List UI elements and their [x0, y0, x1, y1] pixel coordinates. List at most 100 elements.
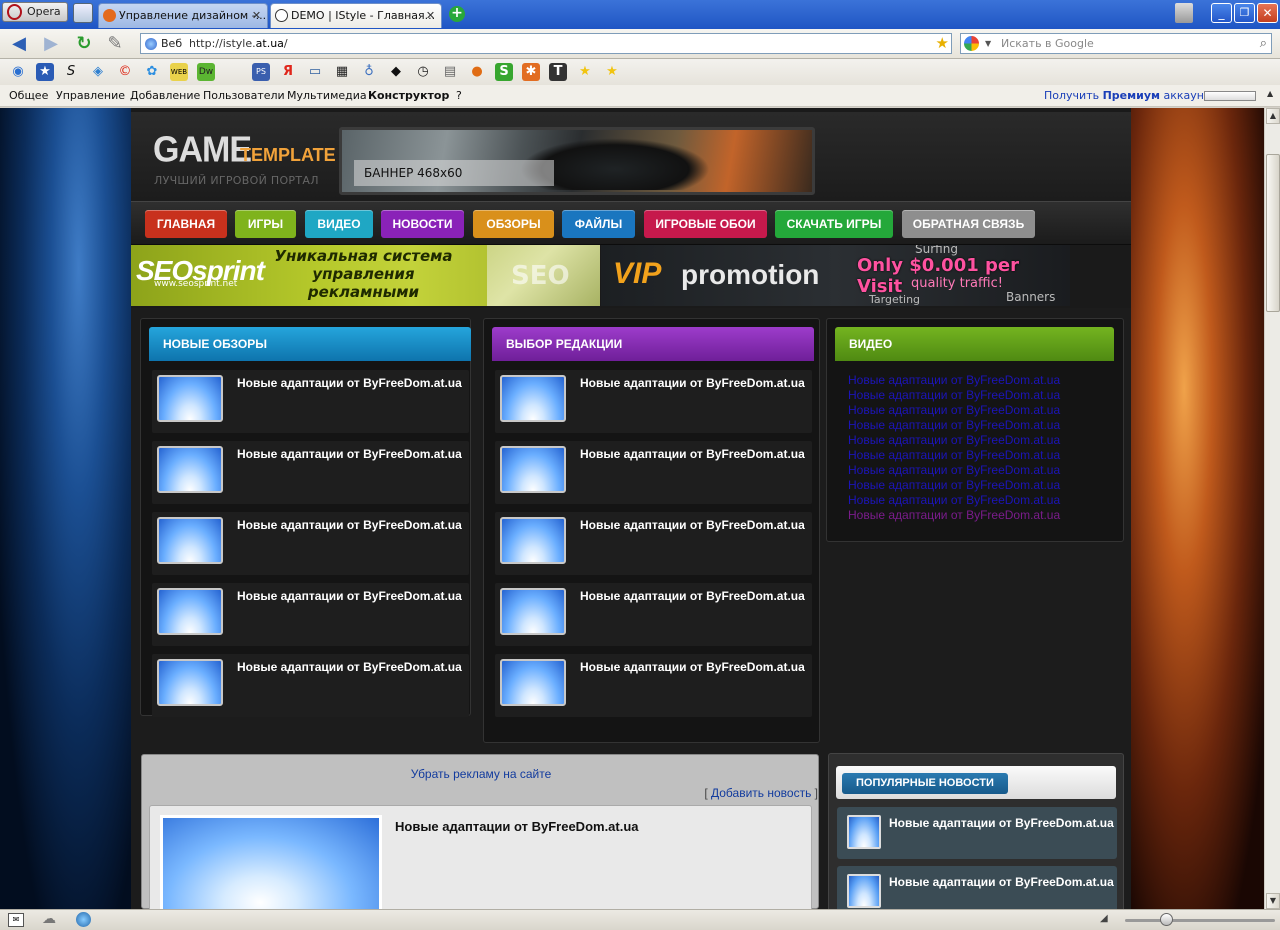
news-image[interactable] — [160, 815, 382, 909]
url-text[interactable]: http://istyle.at.ua/ — [189, 34, 288, 53]
globe-status-icon[interactable] — [76, 912, 91, 927]
globe-icon[interactable]: ◉ — [9, 63, 27, 81]
star-yellow-icon[interactable]: ★ — [576, 63, 594, 81]
menu-constructor[interactable]: Конструктор — [368, 85, 449, 107]
yandex-icon[interactable]: Я — [279, 63, 297, 81]
news-title[interactable]: Новые адаптации от ByFreeDom.at.ua — [395, 819, 639, 834]
clock-icon[interactable]: ◷ — [414, 63, 432, 81]
editors-item[interactable]: Новые адаптации от ByFreeDom.at.ua — [495, 654, 812, 717]
t-icon[interactable]: T — [549, 63, 567, 81]
tab-demo-istyle[interactable]: DEMO | IStyle - Главная... ✕ — [270, 3, 442, 28]
nav-video[interactable]: ВИДЕО — [305, 210, 373, 238]
thumbnail-image[interactable] — [500, 517, 566, 564]
close-tab-icon[interactable]: ✕ — [424, 9, 437, 22]
copyright-icon[interactable]: © — [116, 63, 134, 81]
forward-icon[interactable]: ▶ — [40, 33, 62, 55]
video-link-visited[interactable]: Новые адаптации от ByFreeDom.at.ua — [848, 508, 1060, 522]
menu-help[interactable]: ? — [456, 85, 462, 107]
thumbnail-image[interactable] — [157, 446, 223, 493]
editors-item[interactable]: Новые адаптации от ByFreeDom.at.ua — [495, 583, 812, 646]
editors-item[interactable]: Новые адаптации от ByFreeDom.at.ua — [495, 370, 812, 433]
video-link[interactable]: Новые адаптации от ByFreeDom.at.ua — [848, 463, 1060, 477]
review-item[interactable]: Новые адаптации от ByFreeDom.at.ua — [152, 654, 469, 717]
scroll-down-arrow-icon[interactable]: ▼ — [1266, 893, 1280, 909]
dw-icon[interactable]: Dw — [197, 63, 215, 81]
reload-icon[interactable]: ↻ — [73, 33, 95, 55]
address-bar[interactable]: Веб http://istyle.at.ua/ ★ — [140, 33, 952, 54]
scroll-up-icon[interactable]: ▲ — [1267, 89, 1273, 98]
trash-icon[interactable] — [1175, 3, 1193, 23]
thumbnail-image[interactable] — [500, 446, 566, 493]
splash-icon[interactable]: ✱ — [522, 63, 540, 81]
wand-icon[interactable]: ✎ — [104, 33, 126, 55]
cat-icon[interactable]: ◆ — [387, 63, 405, 81]
star-bookmark-icon[interactable]: ★ — [36, 63, 54, 81]
video-link[interactable]: Новые адаптации от ByFreeDom.at.ua — [848, 493, 1060, 507]
menu-multimedia[interactable]: Мультимедиа — [287, 85, 367, 107]
menu-add[interactable]: Добавление — [130, 85, 200, 107]
thumbnail-image[interactable] — [157, 588, 223, 635]
review-item[interactable]: Новые адаптации от ByFreeDom.at.ua — [152, 441, 469, 504]
editors-title[interactable]: Новые адаптации от ByFreeDom.at.ua — [580, 447, 805, 461]
popular-item[interactable]: Новые адаптации от ByFreeDom.at.ua — [837, 807, 1117, 859]
websurf-icon[interactable]: WEB — [170, 63, 188, 81]
editors-title[interactable]: Новые адаптации от ByFreeDom.at.ua — [580, 589, 805, 603]
nav-news[interactable]: НОВОСТИ — [381, 210, 464, 238]
opera-menu-button[interactable]: Opera — [2, 2, 68, 22]
panel-toggle-icon[interactable]: ✉ — [8, 913, 24, 927]
nav-files[interactable]: ФАЙЛЫ — [562, 210, 635, 238]
popular-title[interactable]: Новые адаптации от ByFreeDom.at.ua — [889, 875, 1114, 889]
new-tab-button[interactable]: + — [449, 6, 465, 22]
video-link[interactable]: Новые адаптации от ByFreeDom.at.ua — [848, 478, 1060, 492]
bookmark-star-icon[interactable]: ★ — [936, 34, 949, 53]
thumbnail-image[interactable] — [500, 659, 566, 706]
popular-title[interactable]: Новые адаптации от ByFreeDom.at.ua — [889, 816, 1114, 830]
pin-icon[interactable]: ♁ — [360, 63, 378, 81]
thumbnail-image[interactable] — [847, 815, 881, 849]
clapper-icon[interactable]: ▦ — [333, 63, 351, 81]
review-title[interactable]: Новые адаптации от ByFreeDom.at.ua — [237, 447, 462, 461]
editors-title[interactable]: Новые адаптации от ByFreeDom.at.ua — [580, 518, 805, 532]
video-link[interactable]: Новые адаптации от ByFreeDom.at.ua — [848, 418, 1060, 432]
nav-wallpapers[interactable]: ИГРОВЫЕ ОБОИ — [644, 210, 767, 238]
thumbnail-image[interactable] — [157, 517, 223, 564]
cloud-icon[interactable]: ☁ — [42, 911, 56, 927]
menu-general[interactable]: Общее — [9, 85, 48, 107]
search-icon[interactable]: ⌕ — [1260, 34, 1267, 53]
monitor-icon[interactable]: ▭ — [306, 63, 324, 81]
zoom-slider[interactable] — [1125, 919, 1275, 922]
video-link[interactable]: Новые адаптации от ByFreeDom.at.ua — [848, 373, 1060, 387]
add-news-link[interactable]: [ Добавить новость ] — [704, 786, 818, 800]
ps-icon[interactable]: PS — [252, 63, 270, 81]
back-icon[interactable]: ◀ — [8, 33, 30, 55]
editors-item[interactable]: Новые адаптации от ByFreeDom.at.ua — [495, 512, 812, 575]
thumbnail-image[interactable] — [157, 375, 223, 422]
get-premium-link[interactable]: Получить Премиум аккаунт — [1044, 85, 1210, 107]
nav-games[interactable]: ИГРЫ — [235, 210, 296, 238]
close-window-button[interactable]: ✕ — [1257, 3, 1278, 23]
review-item[interactable]: Новые адаптации от ByFreeDom.at.ua — [152, 512, 469, 575]
menu-users[interactable]: Пользователи — [203, 85, 285, 107]
review-item[interactable]: Новые адаптации от ByFreeDom.at.ua — [152, 583, 469, 646]
restore-button[interactable]: ❐ — [1234, 3, 1255, 23]
close-tab-icon[interactable]: ✕ — [250, 9, 263, 22]
s-icon[interactable]: S — [62, 63, 80, 81]
chevron-down-icon[interactable]: ▼ — [985, 34, 991, 53]
video-link[interactable]: Новые адаптации от ByFreeDom.at.ua — [848, 433, 1060, 447]
vip-promotion-banner[interactable]: Surfing Targeting Banners VIP promotion … — [601, 245, 1070, 306]
cube-icon[interactable]: ◈ — [89, 63, 107, 81]
panel-slider[interactable] — [1204, 91, 1256, 101]
scroll-up-arrow-icon[interactable]: ▲ — [1266, 108, 1280, 124]
review-title[interactable]: Новые адаптации от ByFreeDom.at.ua — [237, 589, 462, 603]
document-icon[interactable]: ▤ — [441, 63, 459, 81]
zoom-slider-handle[interactable] — [1160, 913, 1173, 926]
nav-feedback[interactable]: ОБРАТНАЯ СВЯЗЬ — [902, 210, 1035, 238]
video-link[interactable]: Новые адаптации от ByFreeDom.at.ua — [848, 388, 1060, 402]
video-link[interactable]: Новые адаптации от ByFreeDom.at.ua — [848, 403, 1060, 417]
thumbnail-image[interactable] — [847, 874, 881, 908]
review-title[interactable]: Новые адаптации от ByFreeDom.at.ua — [237, 376, 462, 390]
flower-icon[interactable]: ✿ — [143, 63, 161, 81]
scroll-thumb[interactable] — [1266, 154, 1280, 312]
remove-ads-link[interactable]: Убрать рекламу на сайте — [142, 767, 820, 781]
s-green-icon[interactable]: S — [495, 63, 513, 81]
